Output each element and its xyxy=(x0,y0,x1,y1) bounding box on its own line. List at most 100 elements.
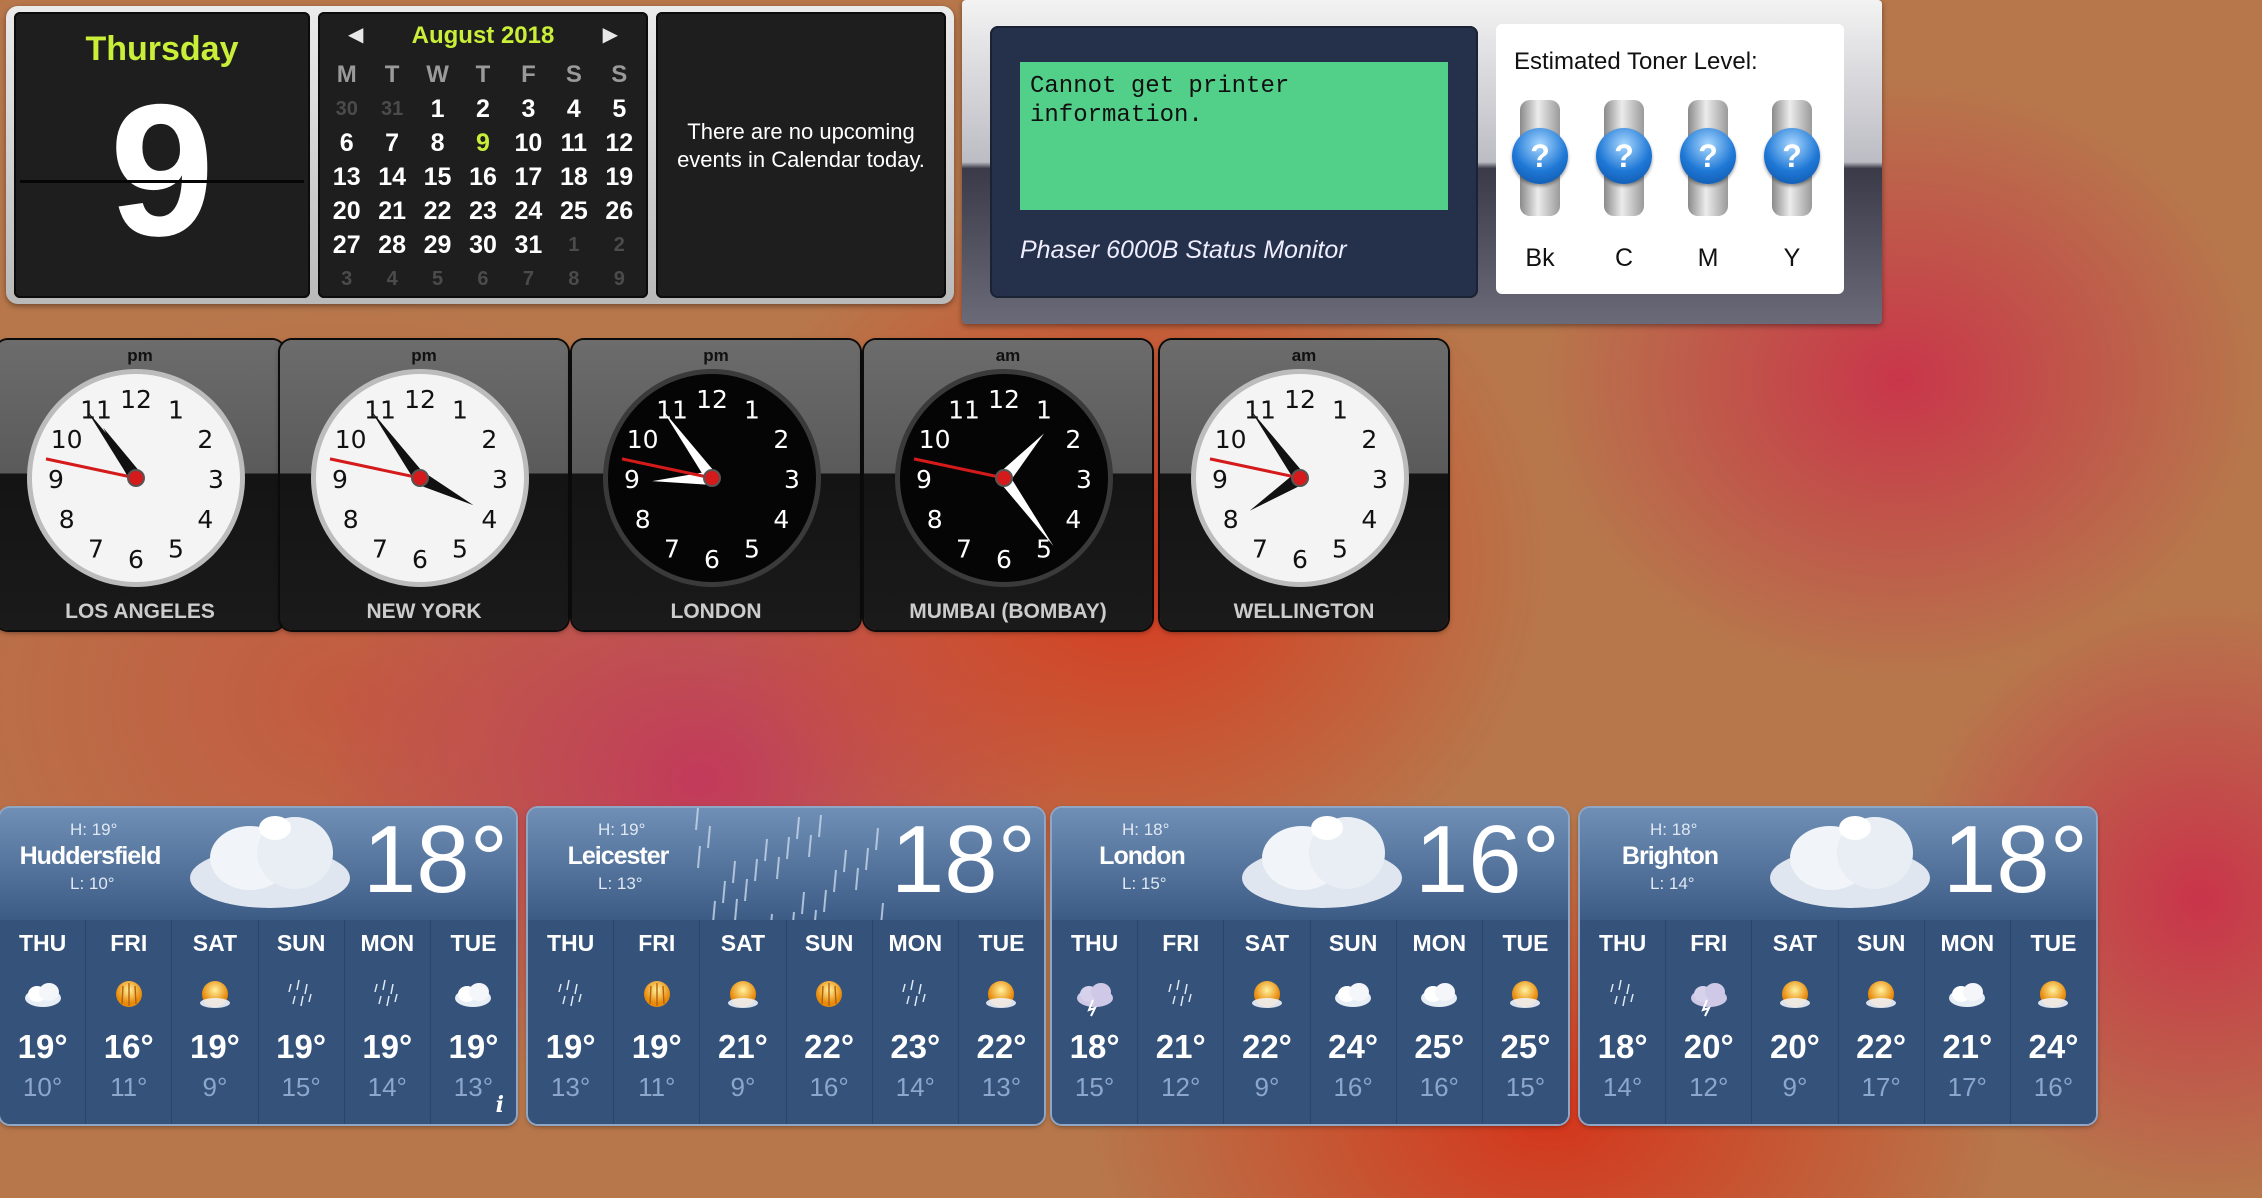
clock-numeral: 10 xyxy=(627,425,659,454)
calendar-day[interactable]: 10 xyxy=(506,126,551,160)
weekday-label: Thursday xyxy=(85,30,239,68)
calendar-day[interactable]: 21 xyxy=(369,194,414,228)
weather-city: Huddersfield xyxy=(19,842,162,870)
calendar-day[interactable]: 2 xyxy=(460,92,505,126)
weekday-header: F xyxy=(521,61,536,88)
forecast-low: 17° xyxy=(1861,1072,1901,1102)
cloud-icon xyxy=(1415,970,1463,1018)
forecast-low: 9° xyxy=(730,1072,756,1102)
clock-numeral: 3 xyxy=(1372,465,1388,494)
calendar-day[interactable]: 25 xyxy=(551,194,596,228)
calendar-day[interactable]: 18 xyxy=(551,160,596,194)
calendar-day[interactable]: 15 xyxy=(415,160,460,194)
calendar-day[interactable]: 8 xyxy=(551,262,596,296)
forecast-high: 19° xyxy=(448,1028,499,1065)
forecast-low: 14° xyxy=(367,1072,407,1102)
day-pane[interactable]: Thursday 9 xyxy=(14,12,310,298)
printer-status-widget[interactable]: Cannot get printer information. Phaser 60… xyxy=(962,0,1882,324)
forecast-day-label: THU xyxy=(546,930,595,956)
forecast-day-label: SUN xyxy=(804,930,854,956)
printer-name: Phaser 6000B Status Monitor xyxy=(1020,236,1347,264)
forecast-day: MON 23° 14° xyxy=(871,920,958,1124)
clock-numeral: 7 xyxy=(956,534,972,563)
forecast-day-label: SUN xyxy=(276,930,326,956)
question-icon: ? xyxy=(1764,128,1820,184)
calendar-day[interactable]: 11 xyxy=(551,126,596,160)
events-pane: There are no upcoming events in Calendar… xyxy=(656,12,946,298)
cartridge-label: C xyxy=(1614,244,1634,272)
forecast-high: 20° xyxy=(1769,1028,1820,1065)
calendar-day[interactable]: 31 xyxy=(506,228,551,262)
calendar-day-today[interactable]: 9 xyxy=(460,126,505,160)
cartridge-label: M xyxy=(1697,244,1719,272)
world-clock[interactable]: pm 12 1 2 3 4 5 6 7 8 9 10 11 NEW YORK xyxy=(280,340,568,630)
info-icon[interactable]: i xyxy=(496,1092,504,1118)
calendar-day[interactable]: 29 xyxy=(415,228,460,262)
clock-numeral: 6 xyxy=(996,545,1012,574)
forecast-high: 21° xyxy=(1155,1028,1206,1065)
clock-numeral: 7 xyxy=(88,534,104,563)
weekday-header: S xyxy=(611,61,628,88)
weather-widget[interactable]: H: 18° London L: 15° 16° THU 18° 15° FRI 21° 12° S… xyxy=(1052,808,1568,1124)
calendar-day[interactable]: 23 xyxy=(460,194,505,228)
calendar-day[interactable]: 28 xyxy=(369,228,414,262)
forecast-day: TUE 24° 16° xyxy=(2009,920,2096,1124)
calendar-day[interactable]: 6 xyxy=(324,126,369,160)
calendar-day[interactable]: 5 xyxy=(415,262,460,296)
world-clock[interactable]: am 12 1 2 3 4 5 6 7 8 9 10 11 WELLINGTON xyxy=(1160,340,1448,630)
calendar-widget[interactable]: Thursday 9 ◀ August 2018 ▶ M T W T F S S 30 31 1 2… xyxy=(6,6,954,304)
forecast-day: SAT 22° 9° xyxy=(1223,920,1309,1124)
calendar-day[interactable]: 31 xyxy=(369,92,414,126)
forecast-day-label: THU xyxy=(1070,930,1119,956)
calendar-day[interactable]: 30 xyxy=(460,228,505,262)
forecast-day-label: MON xyxy=(1412,930,1467,956)
clock-numeral: 8 xyxy=(927,505,943,534)
forecast-day: SUN 22° 17° xyxy=(1837,920,1924,1124)
calendar-day[interactable]: 20 xyxy=(324,194,369,228)
calendar-day[interactable]: 14 xyxy=(369,160,414,194)
calendar-day[interactable]: 3 xyxy=(506,92,551,126)
sun-cloud-icon xyxy=(1243,970,1291,1018)
calendar-day[interactable]: 1 xyxy=(415,92,460,126)
calendar-day[interactable]: 8 xyxy=(415,126,460,160)
forecast-high: 19° xyxy=(276,1028,327,1065)
forecast-high: 18° xyxy=(1069,1028,1120,1065)
calendar-day[interactable]: 17 xyxy=(506,160,551,194)
calendar-day[interactable]: 22 xyxy=(415,194,460,228)
calendar-day[interactable]: 24 xyxy=(506,194,551,228)
forecast-low: 14° xyxy=(1602,1072,1643,1102)
calendar-day[interactable]: 27 xyxy=(324,228,369,262)
clock-numeral: 9 xyxy=(1212,465,1228,494)
calendar-day[interactable]: 9 xyxy=(597,262,642,296)
calendar-day[interactable]: 7 xyxy=(369,126,414,160)
forecast-day: THU 19° 10° xyxy=(0,920,85,1124)
chevron-right-icon[interactable]: ▶ xyxy=(603,22,618,47)
calendar-day[interactable]: 3 xyxy=(324,262,369,296)
weather-widget[interactable]: H: 18° Brighton L: 14° 18° THU 18° 14° FRI 20° 12… xyxy=(1580,808,2096,1124)
world-clock[interactable]: am 12 1 2 3 4 5 6 7 8 9 10 11 MUMBAI (BOMBAY) xyxy=(864,340,1152,630)
clock-numeral: 2 xyxy=(1361,425,1377,454)
calendar-day[interactable]: 4 xyxy=(551,92,596,126)
forecast-low: 15° xyxy=(281,1072,321,1102)
world-clock[interactable]: pm 12 1 2 3 4 5 6 7 8 9 10 11 LONDON xyxy=(572,340,860,630)
calendar-day[interactable]: 4 xyxy=(369,262,414,296)
world-clock[interactable]: pm 12 1 2 3 4 5 6 7 8 9 10 11 LOS ANGELES xyxy=(0,340,284,630)
calendar-day[interactable]: 2 xyxy=(597,228,642,262)
calendar-day[interactable]: 7 xyxy=(506,262,551,296)
calendar-day[interactable]: 30 xyxy=(324,92,369,126)
weather-widget[interactable]: H: 19° Huddersfield L: 10° 18° THU 19° 10° FRI 1… xyxy=(0,808,516,1124)
calendar-day[interactable]: 1 xyxy=(551,228,596,262)
calendar-day[interactable]: 12 xyxy=(597,126,642,160)
calendar-day[interactable]: 6 xyxy=(460,262,505,296)
calendar-day[interactable]: 16 xyxy=(460,160,505,194)
weekday-header: S xyxy=(565,61,582,88)
forecast-low: 13° xyxy=(550,1072,591,1102)
calendar-day[interactable]: 26 xyxy=(597,194,642,228)
clock-numeral: 1 xyxy=(1036,396,1052,425)
forecast-day-label: TUE xyxy=(1502,930,1549,956)
calendar-day[interactable]: 19 xyxy=(597,160,642,194)
forecast-high: 19° xyxy=(545,1028,596,1065)
weather-widget[interactable]: H: 19° Leicester L: 13° 18° THU 19° 13° FRI 19° 1… xyxy=(528,808,1044,1124)
calendar-day[interactable]: 13 xyxy=(324,160,369,194)
calendar-day[interactable]: 5 xyxy=(597,92,642,126)
